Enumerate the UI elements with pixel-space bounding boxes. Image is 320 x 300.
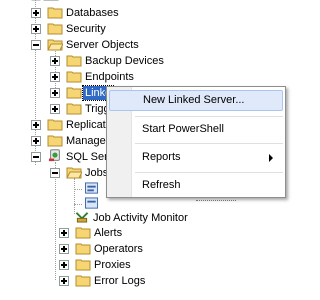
folder-icon xyxy=(66,55,82,67)
tree-connector xyxy=(74,189,82,190)
server-icon xyxy=(31,0,59,1)
collapse-sql-server-agent[interactable] xyxy=(31,152,41,162)
partial-label-fragment xyxy=(196,200,236,205)
expand-databases[interactable] xyxy=(31,8,41,18)
folder-icon xyxy=(47,23,63,35)
tree-item-security[interactable]: Security xyxy=(66,22,106,36)
tree-connector xyxy=(74,204,82,205)
folder-icon xyxy=(47,119,63,131)
tree-connector xyxy=(74,178,75,214)
collapse-server-objects[interactable] xyxy=(31,40,41,50)
tree-item-jobs[interactable]: Jobs xyxy=(85,166,108,180)
expand-management[interactable] xyxy=(31,136,41,146)
menu-separator xyxy=(135,143,283,144)
expand-endpoints[interactable] xyxy=(50,72,60,82)
menu-item-label: Reports xyxy=(142,151,181,163)
folder-open-icon xyxy=(66,167,82,179)
context-menu: New Linked Server... Start PowerShell Re… xyxy=(106,86,286,198)
tree-item-job-activity-monitor[interactable]: Job Activity Monitor xyxy=(93,211,188,225)
job-icon[interactable] xyxy=(84,182,100,195)
collapse-jobs[interactable] xyxy=(50,168,60,178)
expand-backup-devices[interactable] xyxy=(50,56,60,66)
menu-separator xyxy=(135,116,283,117)
folder-icon xyxy=(66,71,82,83)
menu-item-label: Refresh xyxy=(142,179,181,191)
folder-icon xyxy=(75,275,91,287)
expand-alerts[interactable] xyxy=(59,228,69,238)
tree-item-proxies[interactable]: Proxies xyxy=(94,258,131,272)
menu-item-start-powershell[interactable]: Start PowerShell xyxy=(109,119,281,140)
sql-agent-icon xyxy=(48,149,60,162)
job-activity-monitor-icon xyxy=(75,212,89,223)
tree-item-endpoints[interactable]: Endpoints xyxy=(85,70,134,84)
expand-linked-servers[interactable] xyxy=(50,88,60,98)
menu-separator xyxy=(135,172,283,173)
folder-icon xyxy=(75,227,91,239)
folder-icon xyxy=(75,259,91,271)
menu-item-reports[interactable]: Reports xyxy=(109,147,281,168)
tree-item-alerts[interactable]: Alerts xyxy=(94,226,122,240)
tree-item-operators[interactable]: Operators xyxy=(94,242,143,256)
tree-item-server-objects[interactable]: Server Objects xyxy=(66,38,139,52)
root-node-partial xyxy=(30,0,90,2)
folder-open-icon xyxy=(47,39,63,51)
tree-item-replication[interactable]: Replicati xyxy=(66,118,108,132)
menu-item-label: New Linked Server... xyxy=(143,94,245,106)
expand-triggers[interactable] xyxy=(50,104,60,114)
menu-item-label: Start PowerShell xyxy=(142,123,224,135)
expand-operators[interactable] xyxy=(59,244,69,254)
folder-icon xyxy=(66,103,82,115)
folder-icon xyxy=(75,243,91,255)
expand-replication[interactable] xyxy=(31,120,41,130)
folder-icon xyxy=(47,7,63,19)
expand-error-logs[interactable] xyxy=(59,276,69,286)
expand-proxies[interactable] xyxy=(59,260,69,270)
tree-item-error-logs[interactable]: Error Logs xyxy=(94,274,145,288)
tree-connector xyxy=(55,162,56,280)
tree-item-databases[interactable]: Databases xyxy=(66,6,119,20)
tree-item-backup-devices[interactable]: Backup Devices xyxy=(85,54,164,68)
folder-icon xyxy=(66,87,82,99)
submenu-arrow-icon xyxy=(269,154,273,162)
expand-security[interactable] xyxy=(31,24,41,34)
job-icon[interactable] xyxy=(84,197,100,210)
menu-item-new-linked-server[interactable]: New Linked Server... xyxy=(109,90,283,111)
folder-icon xyxy=(47,135,63,147)
menu-item-refresh[interactable]: Refresh xyxy=(109,175,281,196)
